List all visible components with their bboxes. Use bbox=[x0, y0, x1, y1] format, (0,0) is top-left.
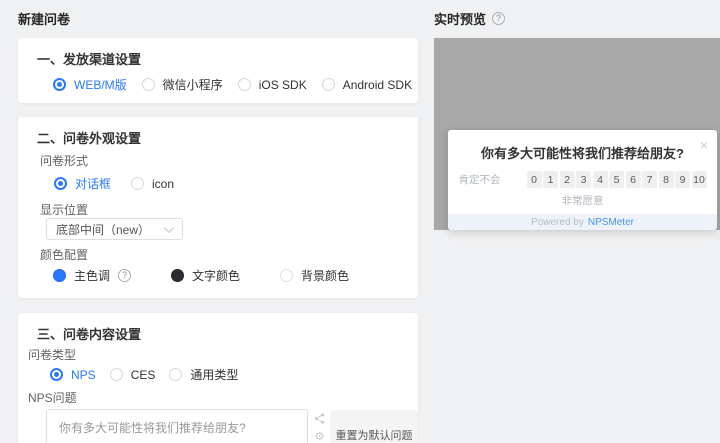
primary-color-item[interactable]: 主色调 ? bbox=[53, 267, 132, 284]
radio-label: CES bbox=[130, 367, 156, 382]
radio-label: 通用类型 bbox=[190, 368, 239, 382]
nps-question-input[interactable]: 你有多大可能性将我们推荐给朋友? bbox=[46, 409, 308, 443]
score-box-4[interactable]: 4 bbox=[592, 171, 608, 188]
preview-footer: Powered by NPSMeter bbox=[448, 214, 717, 230]
score-high-label: 非常愿意 bbox=[561, 195, 604, 207]
position-select-value: 底部中间（new） bbox=[56, 222, 151, 237]
score-box-8[interactable]: 8 bbox=[658, 171, 674, 188]
radio-label: 微信小程序 bbox=[162, 78, 223, 92]
survey-type-label: 问卷类型 bbox=[28, 348, 77, 362]
radio-dialog[interactable]: 对话框 bbox=[54, 175, 111, 192]
powered-by-text: Powered by bbox=[531, 216, 584, 228]
radio-icon bbox=[50, 368, 63, 381]
radio-label: icon bbox=[152, 176, 175, 191]
radio-icon bbox=[237, 78, 251, 91]
input-side-icons: ⚙ bbox=[314, 413, 325, 443]
form-type-radio-group: 对话框 icon bbox=[54, 175, 174, 192]
score-box-10[interactable]: 10 bbox=[691, 171, 707, 188]
background-color-item[interactable]: 背景颜色 bbox=[280, 267, 349, 284]
radio-ces[interactable]: CES bbox=[109, 367, 156, 382]
primary-color-swatch[interactable] bbox=[53, 269, 66, 282]
preview-stage: × 你有多大可能性将我们推荐给朋友? 肯定不会 0 1 2 3 4 5 6 7 … bbox=[434, 38, 720, 230]
radio-label: iOS SDK bbox=[258, 77, 307, 92]
channel-settings-card: 一、发放渠道设置 WEB/M版 微信小程序 iOS SDK Android SD… bbox=[18, 38, 418, 103]
background-color-label: 背景颜色 bbox=[301, 269, 350, 283]
appearance-settings-card: 二、问卷外观设置 问卷形式 对话框 icon 显示位置 底部中间（new） 颜色… bbox=[18, 117, 418, 298]
radio-label: 对话框 bbox=[75, 177, 112, 191]
score-box-1[interactable]: 1 bbox=[543, 171, 558, 188]
gear-icon[interactable]: ⚙ bbox=[315, 432, 325, 443]
primary-color-label: 主色调 bbox=[74, 269, 111, 283]
score-row: 肯定不会 0 1 2 3 4 5 6 7 8 9 10 bbox=[448, 171, 717, 188]
position-select[interactable]: 底部中间（new） bbox=[46, 218, 183, 240]
channel-section-heading: 一、发放渠道设置 bbox=[37, 52, 142, 67]
radio-ios-sdk[interactable]: iOS SDK bbox=[237, 77, 307, 92]
position-label: 显示位置 bbox=[40, 203, 89, 217]
radio-icon bbox=[54, 177, 67, 190]
radio-icon bbox=[109, 368, 123, 381]
preview-question: 你有多大可能性将我们推荐给朋友? bbox=[481, 146, 684, 161]
radio-nps[interactable]: NPS bbox=[50, 368, 96, 382]
share-icon[interactable] bbox=[314, 413, 325, 424]
score-box-5[interactable]: 5 bbox=[609, 171, 624, 188]
score-box-9[interactable]: 9 bbox=[675, 171, 690, 188]
score-box-2[interactable]: 2 bbox=[559, 171, 575, 188]
score-boxes: 0 1 2 3 4 5 6 7 8 9 10 bbox=[526, 171, 707, 188]
text-color-label: 文字颜色 bbox=[192, 269, 241, 283]
radio-icon-mode[interactable]: icon bbox=[131, 177, 174, 191]
preview-header: 实时预览 ? bbox=[434, 9, 506, 28]
radio-label: WEB/M版 bbox=[74, 78, 127, 92]
form-type-label: 问卷形式 bbox=[40, 154, 89, 168]
text-color-item[interactable]: 文字颜色 bbox=[171, 267, 240, 284]
survey-type-radio-group: NPS CES 通用类型 bbox=[50, 366, 238, 383]
radio-icon bbox=[321, 78, 335, 91]
score-box-7[interactable]: 7 bbox=[642, 171, 657, 188]
close-icon[interactable]: × bbox=[700, 138, 708, 152]
score-low-label: 肯定不会 bbox=[458, 174, 501, 186]
radio-generic[interactable]: 通用类型 bbox=[169, 366, 238, 383]
color-config-row: 主色调 ? 文字颜色 背景颜色 bbox=[53, 267, 349, 284]
score-box-3[interactable]: 3 bbox=[576, 171, 591, 188]
help-icon[interactable]: ? bbox=[118, 269, 132, 282]
content-settings-card: 三、问卷内容设置 问卷类型 NPS CES 通用类型 NPS问题 你有多大可能性… bbox=[18, 313, 418, 443]
reset-question-button[interactable]: 重置为默认问题 bbox=[330, 410, 418, 443]
content-section-heading: 三、问卷内容设置 bbox=[37, 327, 142, 342]
appearance-section-heading: 二、问卷外观设置 bbox=[37, 131, 142, 146]
page-title: 新建问卷 bbox=[18, 12, 71, 27]
radio-icon bbox=[141, 78, 155, 91]
radio-wechat-mini[interactable]: 微信小程序 bbox=[141, 76, 223, 93]
nps-question-label: NPS问题 bbox=[28, 391, 77, 405]
radio-android-sdk[interactable]: Android SDK bbox=[321, 77, 413, 92]
radio-icon bbox=[53, 78, 66, 91]
preview-title: 实时预览 bbox=[434, 12, 487, 27]
radio-icon bbox=[131, 177, 145, 190]
score-box-0[interactable]: 0 bbox=[526, 171, 542, 188]
radio-label: Android SDK bbox=[342, 77, 413, 92]
color-config-label: 颜色配置 bbox=[40, 248, 89, 262]
score-box-6[interactable]: 6 bbox=[625, 171, 641, 188]
chevron-down-icon bbox=[163, 222, 174, 233]
channel-radio-group: WEB/M版 微信小程序 iOS SDK Android SDK bbox=[53, 76, 412, 93]
radio-icon bbox=[169, 368, 183, 381]
preview-help-icon[interactable]: ? bbox=[492, 12, 506, 25]
radio-label: NPS bbox=[71, 367, 96, 382]
nps-preview-card: × 你有多大可能性将我们推荐给朋友? 肯定不会 0 1 2 3 4 5 6 7 … bbox=[448, 130, 717, 230]
radio-web-m[interactable]: WEB/M版 bbox=[53, 76, 127, 93]
background-color-swatch[interactable] bbox=[280, 269, 294, 282]
text-color-swatch[interactable] bbox=[171, 269, 185, 282]
brand-link[interactable]: NPSMeter bbox=[588, 217, 634, 228]
